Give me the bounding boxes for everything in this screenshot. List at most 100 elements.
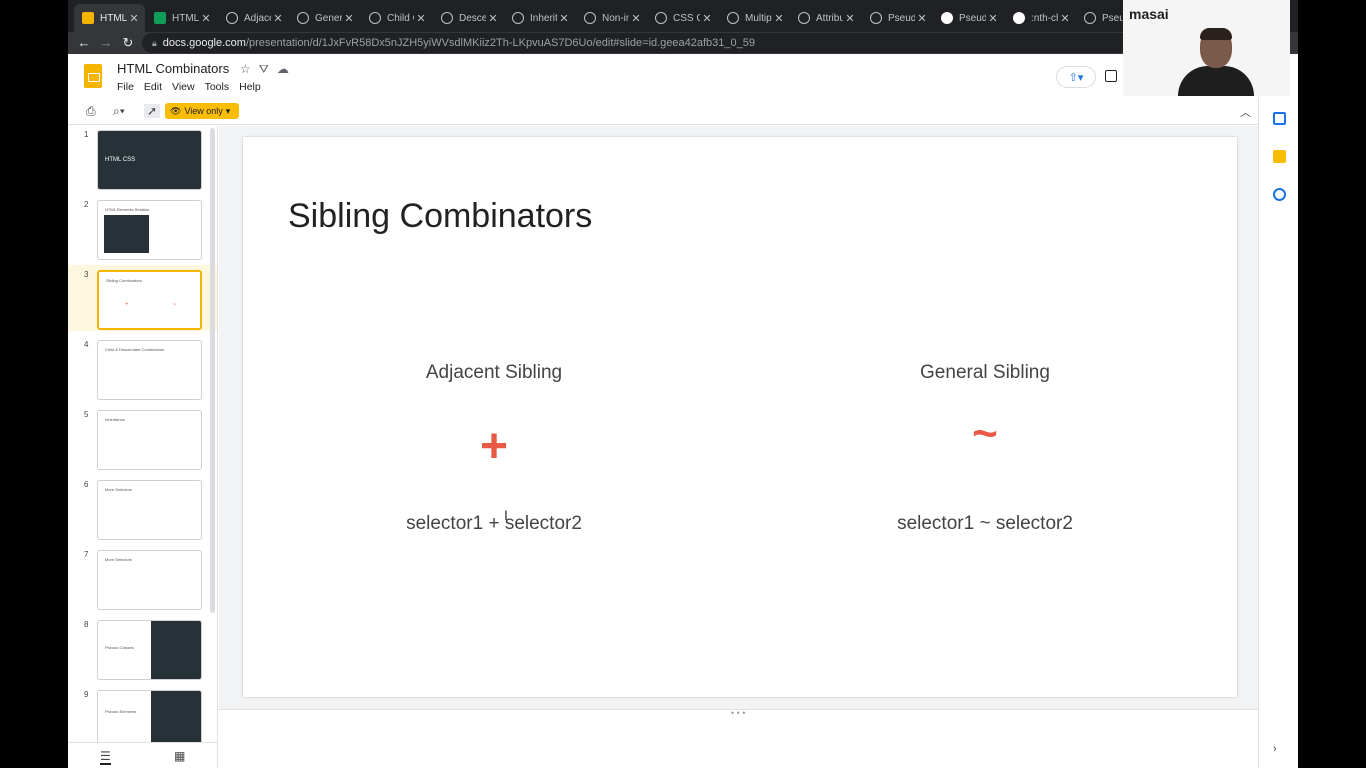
- eye-icon: 👁︎: [170, 105, 182, 116]
- menu-help[interactable]: Help: [239, 81, 261, 93]
- address-bar[interactable]: 🔒︎ docs.google.com /presentation/d/1JxFv…: [142, 33, 1192, 53]
- menu-bar: File Edit View Tools Help: [117, 81, 261, 93]
- slides-logo-icon[interactable]: [84, 64, 102, 88]
- slides-icon: [82, 12, 94, 24]
- close-icon[interactable]: ✕: [414, 12, 428, 25]
- view-only-button[interactable]: 👁︎ View only ▾: [165, 103, 239, 119]
- thumb-title: Inheritance: [105, 417, 125, 422]
- filmstrip-slide[interactable]: 7 More Selectors: [68, 545, 217, 611]
- presenter-hair: [1200, 28, 1232, 40]
- close-icon[interactable]: ✕: [1058, 12, 1072, 25]
- screen-border: [1298, 0, 1366, 768]
- slide-thumbnail[interactable]: Inheritance: [97, 410, 202, 470]
- browser-tab[interactable]: HTML ✕: [74, 4, 145, 32]
- slide-title: Sibling Combinators: [288, 197, 593, 235]
- forward-arrow-icon[interactable]: →: [98, 35, 114, 51]
- browser-tab[interactable]: Genera ✕: [289, 4, 360, 32]
- browser-tab[interactable]: Descen ✕: [433, 4, 504, 32]
- browser-tab[interactable]: :nth-ch ✕: [1005, 4, 1076, 32]
- present-icon: ⇧▾: [1068, 71, 1084, 84]
- chevron-down-icon: ▾: [225, 105, 231, 116]
- browser-tab[interactable]: CSS Cl ✕: [647, 4, 718, 32]
- slide-thumbnail[interactable]: HTML CSS: [97, 130, 202, 190]
- slides-toolbar: ⎙ ⌕▾ ➚ 👁︎ View only ▾ ︿: [68, 98, 1258, 125]
- browser-tab[interactable]: Inherit ✕: [504, 4, 575, 32]
- menu-file[interactable]: File: [117, 81, 134, 93]
- thumb-panel: [151, 621, 201, 679]
- chevron-right-icon[interactable]: ›: [1273, 743, 1277, 755]
- resize-handle-icon[interactable]: • • •: [731, 708, 745, 718]
- slide-filmstrip: 1 HTML CSS 2 HTML Elements Relation 3 Si…: [68, 125, 218, 742]
- close-icon[interactable]: ✕: [772, 12, 786, 25]
- slide-thumbnail[interactable]: Pseudo Elements: [97, 690, 202, 742]
- menu-edit[interactable]: Edit: [144, 81, 162, 93]
- browser-tab[interactable]: Adjace ✕: [218, 4, 289, 32]
- filmstrip-scrollbar[interactable]: [210, 128, 215, 613]
- tab-label: Child C: [387, 12, 414, 24]
- webcam-overlay: masai: [1123, 0, 1290, 96]
- browser-tab[interactable]: Multipl ✕: [719, 4, 790, 32]
- tab-label: Non-in: [602, 12, 629, 24]
- close-icon[interactable]: ✕: [986, 12, 1000, 25]
- slide-thumbnail[interactable]: Child & Descendant Combinators: [97, 340, 202, 400]
- back-arrow-icon[interactable]: ←: [76, 35, 92, 51]
- slide-thumbnail[interactable]: Sibling Combinators + ~: [97, 270, 202, 330]
- tasks-icon[interactable]: [1273, 188, 1286, 201]
- filmstrip-slide[interactable]: 4 Child & Descendant Combinators: [68, 335, 217, 401]
- github-icon: [1013, 12, 1025, 24]
- openai-icon: [226, 12, 238, 24]
- filmstrip-slide[interactable]: 6 More Selectors: [68, 475, 217, 541]
- print-icon[interactable]: ⎙: [86, 104, 96, 119]
- menu-view[interactable]: View: [172, 81, 195, 93]
- filmstrip-slide[interactable]: 5 Inheritance: [68, 405, 217, 471]
- openai-icon: [369, 12, 381, 24]
- general-sibling-heading: General Sibling: [920, 362, 1050, 383]
- filmstrip-slide[interactable]: 9 Pseudo Elements: [68, 685, 217, 742]
- slideshow-icon[interactable]: [1105, 70, 1117, 82]
- close-icon[interactable]: ✕: [557, 12, 571, 25]
- chevron-up-icon[interactable]: ︿: [1240, 104, 1251, 120]
- document-title[interactable]: HTML Combinators: [117, 61, 229, 76]
- close-icon[interactable]: ✕: [843, 12, 857, 25]
- star-icon[interactable]: ☆: [240, 62, 251, 77]
- move-to-drive-icon[interactable]: ⛛: [259, 62, 269, 77]
- select-pointer-icon[interactable]: ➚: [144, 104, 161, 118]
- slide-number: 7: [84, 550, 89, 559]
- filmstrip-slide[interactable]: 2 HTML Elements Relation: [68, 195, 217, 261]
- browser-tab[interactable]: Pseudo ✕: [862, 4, 933, 32]
- grid-view-icon[interactable]: ▦: [174, 749, 185, 763]
- close-icon[interactable]: ✕: [271, 12, 285, 25]
- close-icon[interactable]: ✕: [127, 12, 141, 25]
- filmstrip-slide[interactable]: 8 Pseudo Classes: [68, 615, 217, 681]
- menu-tools[interactable]: Tools: [205, 81, 230, 93]
- browser-tab[interactable]: Attribu ✕: [790, 4, 861, 32]
- present-button[interactable]: ⇧▾: [1056, 66, 1096, 88]
- general-sibling-example: selector1 ~ selector2: [897, 513, 1073, 534]
- browser-tab[interactable]: Non-in ✕: [576, 4, 647, 32]
- filmstrip-view-icon[interactable]: ☰: [100, 749, 111, 765]
- side-panel: ›: [1258, 98, 1298, 768]
- slide-thumbnail[interactable]: HTML Elements Relation: [97, 200, 202, 260]
- slide-thumbnail[interactable]: More Selectors: [97, 550, 202, 610]
- close-icon[interactable]: ✕: [629, 12, 643, 25]
- close-icon[interactable]: ✕: [342, 12, 356, 25]
- close-icon[interactable]: ✕: [199, 12, 213, 25]
- filmstrip-slide-selected[interactable]: 3 Sibling Combinators + ~: [68, 265, 217, 331]
- browser-tab[interactable]: Child C ✕: [361, 4, 432, 32]
- tab-label: Genera: [315, 12, 342, 24]
- filmstrip-slide[interactable]: 1 HTML CSS: [68, 125, 217, 191]
- slide-number: 3: [84, 270, 89, 279]
- browser-tab[interactable]: Pseudo ✕: [933, 4, 1004, 32]
- calendar-icon[interactable]: [1273, 112, 1286, 125]
- keep-icon[interactable]: [1273, 150, 1286, 163]
- close-icon[interactable]: ✕: [915, 12, 929, 25]
- browser-tab[interactable]: HTML ✕: [146, 4, 217, 32]
- close-icon[interactable]: ✕: [486, 12, 500, 25]
- slide-thumbnail[interactable]: Pseudo Classes: [97, 620, 202, 680]
- slide-thumbnail[interactable]: More Selectors: [97, 480, 202, 540]
- cloud-saved-icon[interactable]: ☁: [277, 62, 289, 77]
- close-icon[interactable]: ✕: [700, 12, 714, 25]
- speaker-notes-area[interactable]: • • •: [219, 708, 1258, 768]
- zoom-icon[interactable]: ⌕▾: [113, 104, 125, 119]
- reload-icon[interactable]: ↻: [120, 35, 136, 51]
